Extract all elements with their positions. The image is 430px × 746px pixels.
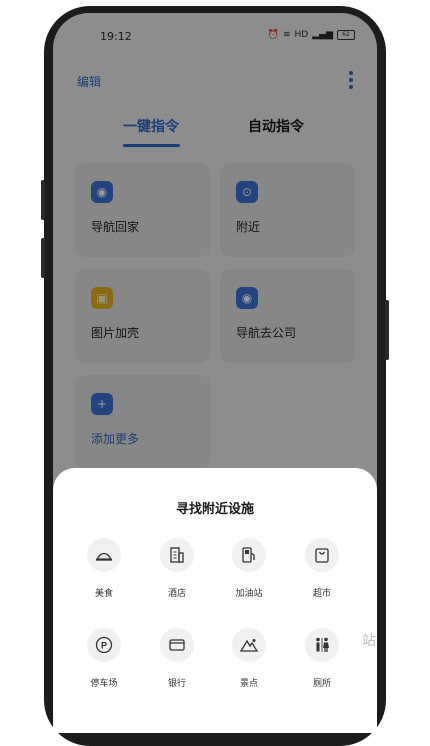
mountain-scenery-icon bbox=[232, 628, 266, 662]
food-dish-icon bbox=[87, 538, 121, 572]
watermark-text: 站 bbox=[362, 633, 377, 649]
restroom-icon bbox=[305, 628, 339, 662]
facility-hotel[interactable]: 酒店 bbox=[142, 538, 212, 599]
facility-label: 美食 bbox=[94, 589, 113, 599]
facility-label: 景点 bbox=[239, 679, 258, 689]
volume-button-lower bbox=[41, 238, 45, 278]
facility-scenic-spot[interactable]: 景点 bbox=[214, 628, 284, 689]
facility-bank[interactable]: 银行 bbox=[142, 628, 212, 689]
facility-parking[interactable]: P 停车场 bbox=[69, 628, 139, 689]
hotel-building-icon bbox=[160, 538, 194, 572]
parking-icon: P bbox=[87, 628, 121, 662]
facility-restroom[interactable]: 厕所 bbox=[287, 628, 357, 689]
facility-gas-station[interactable]: 加油站 bbox=[214, 538, 284, 599]
facility-label: 超市 bbox=[312, 589, 331, 599]
gas-pump-icon bbox=[232, 538, 266, 572]
facility-label: 厕所 bbox=[312, 679, 331, 689]
power-button bbox=[385, 300, 389, 360]
svg-text:P: P bbox=[101, 641, 107, 651]
facility-label: 加油站 bbox=[235, 589, 263, 599]
sheet-title: 寻找附近设施 bbox=[175, 502, 254, 517]
supermarket-bag-icon bbox=[305, 538, 339, 572]
facility-food[interactable]: 美食 bbox=[69, 538, 139, 599]
volume-button bbox=[41, 180, 45, 220]
phone-screen: 19:12 ⏰ ≋ HD ▂▄▆ 62 编辑 一键指令 自动指令 ◉ 导航回家 … bbox=[53, 13, 377, 733]
facility-label: 银行 bbox=[167, 679, 186, 689]
bank-card-icon bbox=[160, 628, 194, 662]
facility-label: 酒店 bbox=[167, 589, 186, 599]
nearby-facilities-sheet: 寻找附近设施 美食 酒店 加油站 超市 P 停车场 银行 景点 厕所 bbox=[53, 468, 377, 733]
facility-supermarket[interactable]: 超市 bbox=[287, 538, 357, 599]
facility-label: 停车场 bbox=[90, 679, 118, 689]
